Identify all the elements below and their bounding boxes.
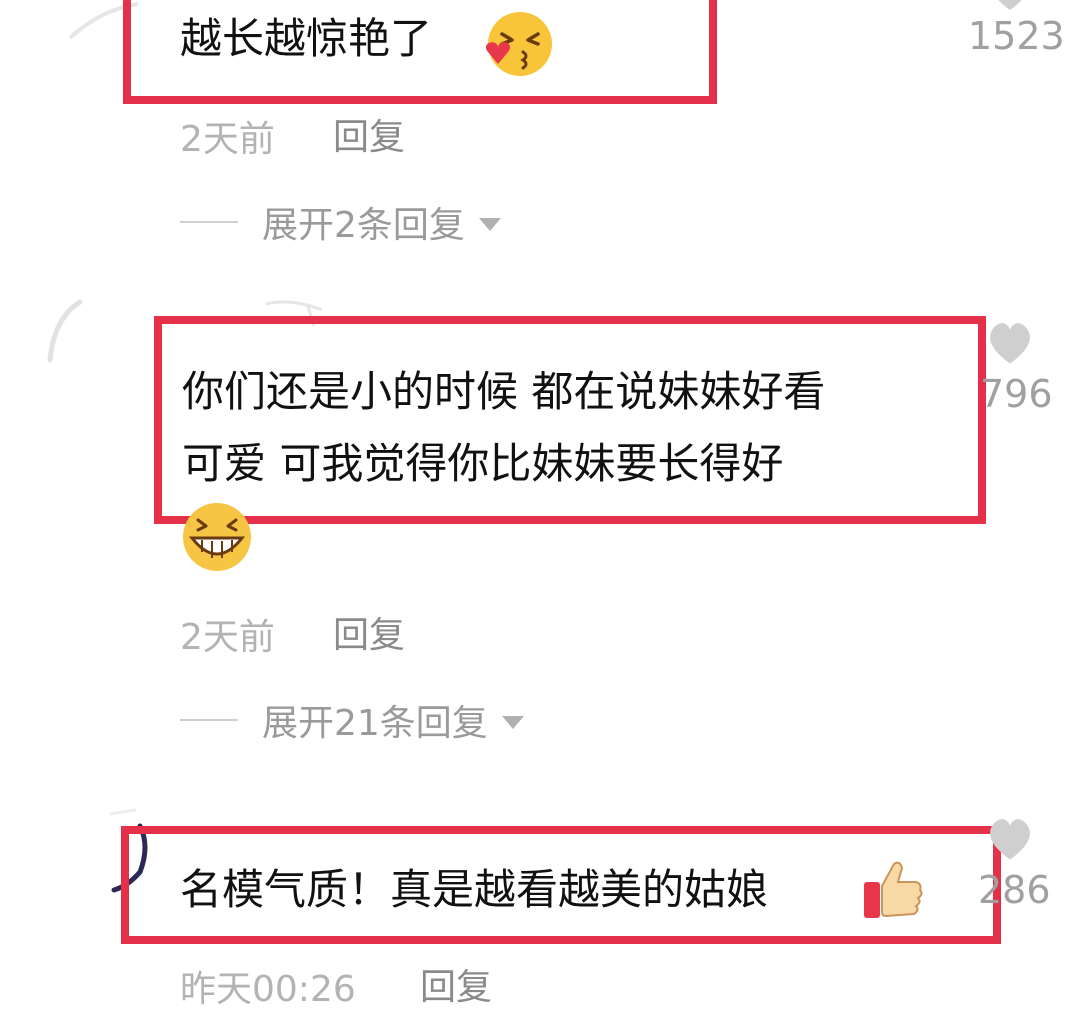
grinning-face-icon — [183, 503, 251, 571]
comment-time-2: 2天前 — [180, 617, 275, 658]
like-heart-icon[interactable] — [984, 816, 1036, 864]
chevron-down-icon — [478, 217, 501, 231]
like-count-2: 796 — [980, 372, 1053, 416]
reply-button-3[interactable]: 回复 — [420, 958, 492, 1010]
chevron-down-icon — [501, 715, 524, 729]
comment-time-3: 昨天00:26 — [180, 969, 356, 1010]
divider-dash — [180, 719, 238, 721]
comment-text-3: 名模气质！真是越看越美的姑娘 — [180, 865, 769, 914]
avatar-partial[interactable] — [40, 296, 130, 366]
expand-replies-2[interactable]: 展开21条回复 — [180, 694, 524, 746]
comment-text-1: 越长越惊艳了 — [180, 14, 433, 63]
comment-text-2b: 可爱 可我觉得你比妹妹要长得好 — [182, 439, 784, 488]
expand-replies-label: 展开2条回复 — [262, 205, 465, 246]
like-heart-icon[interactable] — [984, 320, 1036, 368]
comment-time-1: 2天前 — [180, 119, 275, 160]
kissing-face-icon — [485, 12, 552, 76]
divider-dash — [180, 221, 238, 223]
reply-button-2[interactable]: 回复 — [333, 606, 405, 658]
reply-button-1[interactable]: 回复 — [333, 108, 405, 160]
highlight-box-2 — [154, 316, 986, 524]
like-count-1: 1523 — [968, 14, 1065, 58]
comment-text-2a: 你们还是小的时候 都在说妹妹好看 — [182, 367, 826, 416]
like-heart-icon[interactable] — [986, 0, 1034, 14]
expand-replies-1[interactable]: 展开2条回复 — [180, 196, 501, 248]
like-count-3: 286 — [978, 868, 1051, 912]
expand-replies-label: 展开21条回复 — [262, 703, 488, 744]
thumbs-up-icon — [864, 861, 923, 918]
